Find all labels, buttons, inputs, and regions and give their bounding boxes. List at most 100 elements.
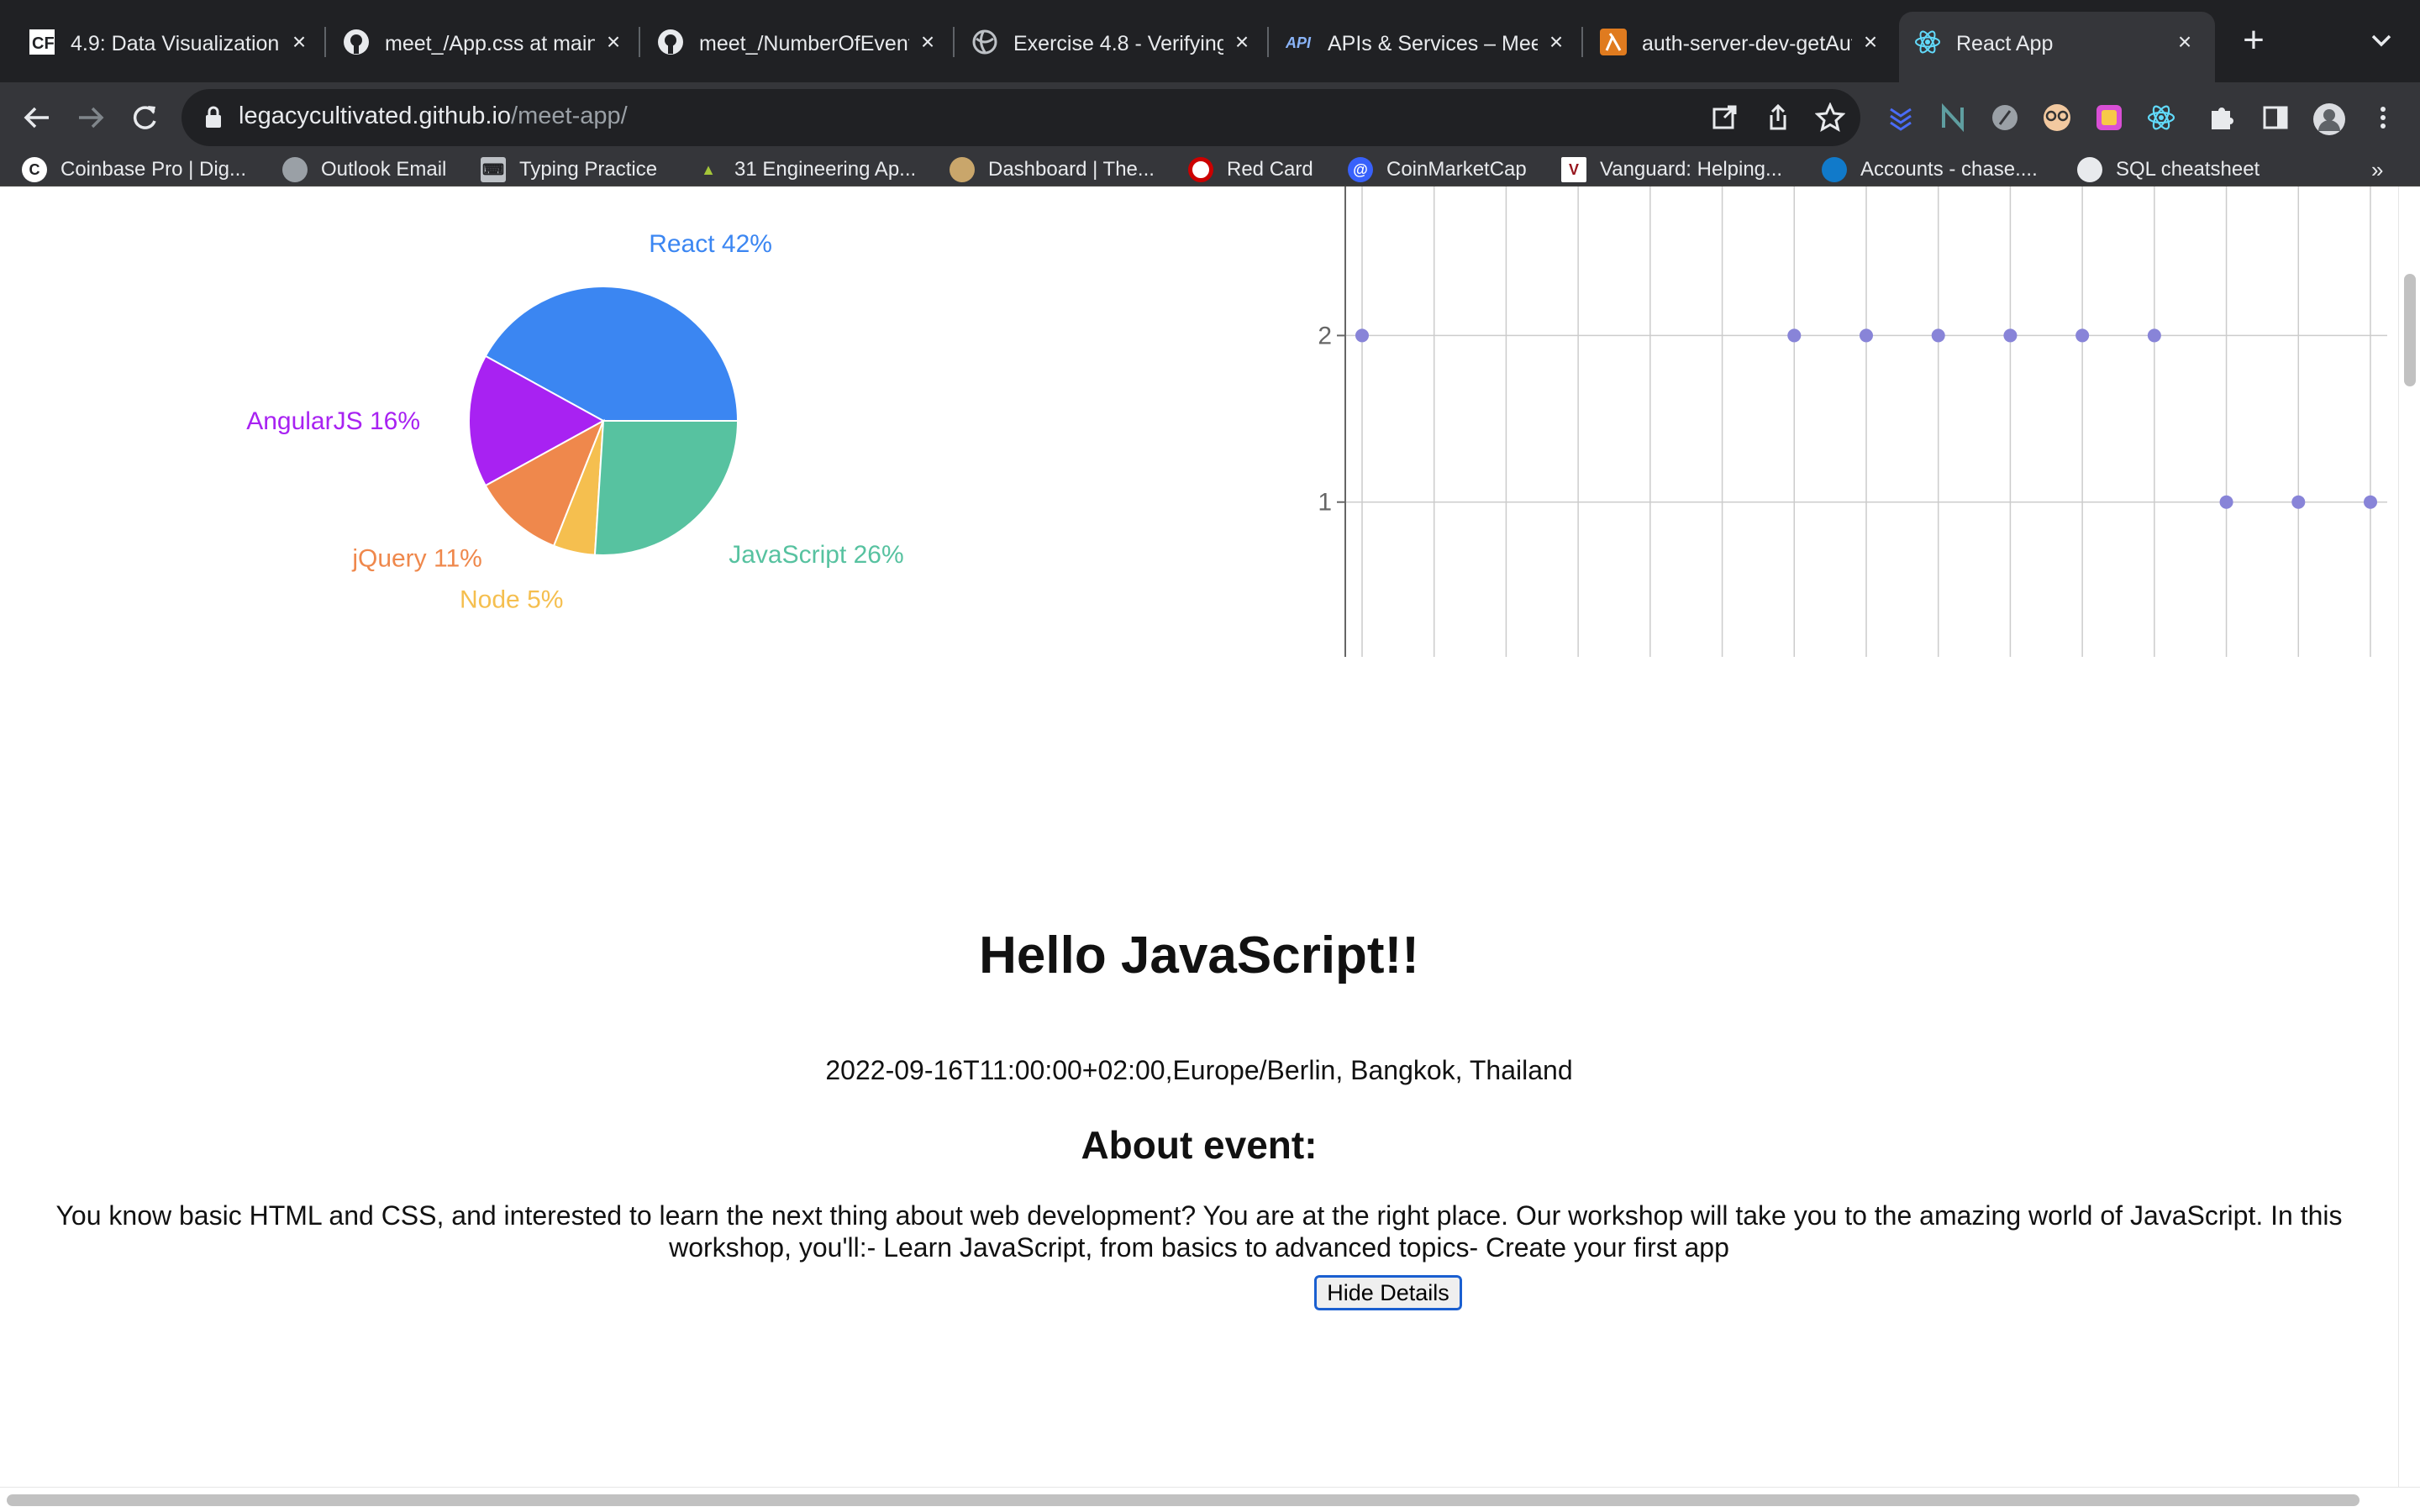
react-icon (1914, 29, 1941, 55)
side-panel-icon[interactable] (2260, 102, 2291, 133)
tab-react-app[interactable]: React App × (1899, 12, 2215, 82)
vertical-scrollbar-thumb[interactable] (2404, 274, 2416, 386)
tab-strip: CF 4.9: Data Visualization × meet_/App.c… (0, 0, 2420, 82)
bookmark-outlook[interactable]: Outlook Email (282, 153, 446, 186)
address-bar[interactable]: legacycultivated.github.io/meet-app/ (182, 89, 1860, 146)
scatter-point[interactable] (2147, 328, 2161, 343)
close-icon[interactable]: × (1227, 27, 1257, 57)
close-icon[interactable]: × (2170, 27, 2200, 57)
tab-label: 4.9: Data Visualization (71, 32, 280, 55)
extension-color-icon[interactable] (2094, 102, 2124, 133)
scatter-point[interactable] (1931, 328, 1945, 343)
scatter-point[interactable] (2003, 328, 2018, 343)
bookmark-red-card[interactable]: Red Card (1188, 153, 1313, 186)
pie-label-react: React 42% (649, 230, 772, 258)
tab-app-css[interactable]: meet_/App.css at main × (328, 15, 640, 69)
extensions-puzzle-icon[interactable] (2207, 102, 2237, 133)
tab-separator (1581, 27, 1583, 57)
github-icon (343, 29, 370, 55)
tab-label: Exercise 4.8 - Verifying (1013, 32, 1223, 55)
coinmarketcap-icon: @ (1348, 157, 1373, 182)
pie-label-node: Node 5% (460, 586, 563, 614)
tab-label: auth-server-dev-getAuthURL (1642, 32, 1852, 55)
y-tick-label: 2 (1318, 322, 1332, 349)
pie-slice-javascript[interactable] (593, 420, 739, 556)
scatter-point[interactable] (2075, 328, 2090, 343)
event-title: Hello JavaScript!! (979, 927, 1419, 984)
tab-exercise[interactable]: Exercise 4.8 - Verifying × (956, 15, 1269, 69)
bookmark-label: SQL cheatsheet (2116, 158, 2260, 181)
react-devtools-icon[interactable] (2146, 102, 2176, 133)
share-icon[interactable] (1763, 102, 1793, 133)
bookmark-engineering[interactable]: ▲ 31 Engineering Ap... (696, 153, 916, 186)
pie-label-javascript: JavaScript 26% (729, 541, 903, 569)
kebab-menu-icon[interactable] (2368, 102, 2398, 133)
bookmark-star-icon[interactable] (1814, 102, 1846, 133)
tab-separator (953, 27, 955, 57)
scatter-point[interactable] (2291, 495, 2306, 509)
extension-feather-icon[interactable] (1990, 102, 2020, 133)
tab-apis-services[interactable]: API APIs & Services – Meet × (1270, 15, 1583, 69)
url-text[interactable]: legacycultivated.github.io/meet-app/ (239, 102, 628, 130)
tab-label: meet_/NumberOfEvents (699, 32, 909, 55)
scatter-point[interactable] (2364, 495, 2377, 509)
close-icon[interactable]: × (1541, 27, 1571, 57)
about-event-heading: About event: (1081, 1123, 1318, 1167)
bookmark-sql-cheatsheet[interactable]: SQL cheatsheet (2077, 153, 2260, 186)
event-meta: 2022-09-16T11:00:00+02:00,Europe/Berlin,… (825, 1055, 1573, 1085)
target-icon (1188, 157, 1213, 182)
reload-icon[interactable] (126, 99, 163, 136)
bookmark-label: Coinbase Pro | Dig... (60, 158, 247, 181)
profile-avatar[interactable] (2312, 102, 2345, 135)
scatter-point[interactable] (1355, 328, 1369, 343)
forward-arrow-icon[interactable] (72, 99, 109, 136)
extension-glasses-icon[interactable] (2042, 102, 2072, 133)
bookmark-label: Dashboard | The... (988, 158, 1155, 181)
url-path: /meet-app/ (511, 102, 628, 129)
odin-icon (950, 157, 975, 182)
hide-details-button[interactable]: Hide Details (1313, 1273, 1464, 1312)
tab-number-of-events[interactable]: meet_/NumberOfEvents × (642, 15, 955, 69)
bookmark-vanguard[interactable]: V Vanguard: Helping... (1561, 153, 1782, 186)
globe-icon (971, 29, 998, 55)
vanguard-icon: V (1561, 157, 1586, 182)
back-arrow-icon[interactable] (18, 99, 55, 136)
bookmark-typing-practice[interactable]: ⌨ Typing Practice (481, 153, 657, 186)
browser-toolbar: legacycultivated.github.io/meet-app/ (0, 82, 2420, 153)
android-icon: ▲ (701, 160, 716, 178)
tab-auth-server[interactable]: auth-server-dev-getAuthURL × (1585, 15, 1897, 69)
bookmark-chase[interactable]: Accounts - chase.... (1822, 153, 2038, 186)
tab-data-visualization[interactable]: CF 4.9: Data Visualization × (13, 15, 326, 69)
close-icon[interactable]: × (284, 27, 314, 57)
horizontal-scrollbar[interactable] (0, 1487, 2420, 1512)
tab-search-chevron-icon[interactable] (2366, 25, 2396, 55)
vertical-scrollbar[interactable] (2398, 186, 2420, 1487)
tab-separator (324, 27, 326, 57)
y-tick-label: 1 (1318, 489, 1332, 517)
bookmark-dashboard[interactable]: Dashboard | The... (950, 153, 1155, 186)
scatter-point[interactable] (2219, 495, 2233, 509)
bookmark-label: Outlook Email (321, 158, 447, 181)
tab-separator (639, 27, 640, 57)
bookmark-coinbase[interactable]: C Coinbase Pro | Dig... (22, 153, 246, 186)
chase-icon (1822, 157, 1847, 182)
close-icon[interactable]: × (913, 27, 943, 57)
open-in-app-icon[interactable] (1709, 102, 1739, 133)
extension-n-icon[interactable] (1938, 102, 1968, 133)
coinbase-icon: C (22, 157, 47, 182)
tab-label: meet_/App.css at main (385, 32, 595, 55)
close-icon[interactable]: × (1855, 27, 1886, 57)
close-icon[interactable]: × (598, 27, 629, 57)
new-tab-button[interactable]: + (2235, 22, 2272, 60)
scatter-point[interactable] (1787, 328, 1802, 343)
scatter-point[interactable] (1860, 328, 1873, 343)
bookmarks-overflow-button[interactable]: » (2371, 153, 2383, 186)
event-description: You know basic HTML and CSS, and interes… (55, 1200, 2343, 1263)
extension-layers-icon[interactable] (1886, 102, 1916, 133)
bookmark-coinmarketcap[interactable]: @ CoinMarketCap (1348, 153, 1527, 186)
github-icon (2077, 157, 2102, 182)
lock-icon[interactable] (202, 104, 225, 129)
aws-lambda-icon (1600, 29, 1627, 55)
horizontal-scrollbar-thumb[interactable] (7, 1494, 2360, 1506)
events-scatter-chart: 0123BangkokCape TownMumbaiAmsterdamSanti… (1318, 186, 2387, 657)
